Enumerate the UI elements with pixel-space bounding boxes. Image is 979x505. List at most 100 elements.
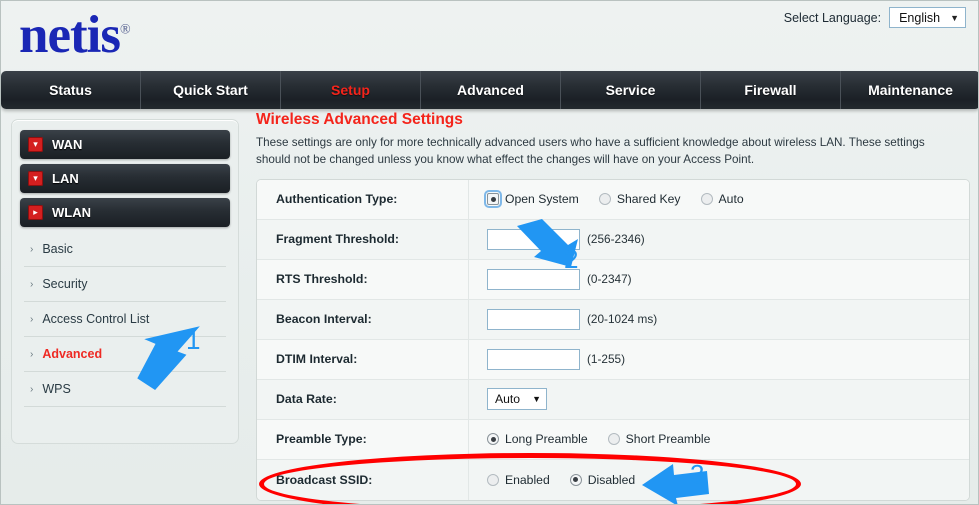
chevron-down-icon: ▾ (28, 137, 43, 152)
radio-label: Short Preamble (625, 432, 711, 447)
sidebar-item-label: Basic (42, 242, 73, 256)
nav-item-quick-start[interactable]: Quick Start (141, 71, 281, 109)
page-title: Wireless Advanced Settings (256, 111, 463, 128)
router-admin-page: netis® Select Language: English ▼ Status… (0, 0, 979, 505)
sidebar-item-security[interactable]: › Security (24, 267, 226, 302)
annotation-number-3: 3 (690, 459, 705, 489)
language-select[interactable]: English ▼ (889, 7, 966, 28)
form-row-preamble-type: Preamble Type: Long Preamble Short Pream… (257, 419, 969, 460)
bullet-icon: › (30, 348, 34, 360)
field-hint: (1-255) (587, 352, 626, 367)
field-control: Long Preamble Short Preamble (469, 432, 969, 446)
radio-label: Long Preamble (505, 432, 588, 447)
sidebar-group-label: WLAN (52, 205, 91, 220)
radio-label: Open System (505, 192, 579, 207)
field-control: Open System Shared Key Auto (469, 190, 969, 209)
field-label: RTS Threshold: (257, 259, 469, 299)
form-row-fragment-threshold: Fragment Threshold: (256-2346) (257, 219, 969, 260)
language-selector-group: Select Language: English ▼ (784, 7, 966, 28)
page-description: These settings are only for more technic… (256, 136, 925, 166)
bullet-icon: › (30, 383, 34, 395)
authentication-type-shared-key-radio[interactable] (598, 193, 611, 206)
field-control: (256-2346) (469, 228, 969, 250)
field-label: DTIM Interval: (257, 339, 469, 379)
radio-label: Shared Key (616, 192, 681, 207)
nav-item-maintenance[interactable]: Maintenance (841, 71, 978, 109)
main-navigation: Status Quick Start Setup Advanced Servic… (1, 71, 978, 109)
chevron-down-icon: ▾ (28, 171, 43, 186)
preamble-type-short-radio[interactable] (607, 433, 620, 446)
bullet-icon: › (30, 278, 34, 290)
radio-label: Disabled (587, 472, 636, 487)
field-label: Preamble Type: (257, 419, 469, 459)
select-language-label: Select Language: (783, 10, 882, 25)
sidebar-item-basic[interactable]: › Basic (24, 232, 226, 267)
sidebar-group-label: WAN (52, 137, 83, 152)
chevron-down-icon: ▼ (950, 12, 959, 23)
field-control: Auto ▼ (469, 388, 969, 411)
form-row-data-rate: Data Rate: Auto ▼ (257, 379, 969, 420)
nav-item-firewall[interactable]: Firewall (701, 71, 841, 109)
bullet-icon: › (30, 313, 34, 325)
broadcast-ssid-disabled-radio[interactable] (569, 473, 582, 486)
preamble-type-short-option[interactable]: Short Preamble (607, 432, 711, 447)
broadcast-ssid-enabled-radio[interactable] (487, 473, 499, 486)
sidebar-item-label: WPS (42, 382, 71, 396)
sidebar: ▾ WAN ▾ LAN ▸ WLAN › Basic › Security › (11, 119, 239, 444)
sidebar-group-wan[interactable]: ▾ WAN (20, 130, 230, 159)
radio-label: Enabled (505, 472, 550, 487)
field-label: Fragment Threshold: (257, 219, 469, 259)
field-label: Beacon Interval: (257, 299, 469, 339)
broadcast-ssid-disabled-option[interactable]: Disabled (569, 472, 636, 487)
authentication-type-auto-option[interactable]: Auto (700, 192, 744, 207)
page-header: netis® Select Language: English ▼ Status… (1, 1, 978, 109)
language-select-value: English (899, 10, 941, 25)
form-row-rts-threshold: RTS Threshold: (0-2347) (257, 259, 969, 300)
sidebar-item-wps[interactable]: › WPS (24, 372, 226, 407)
nav-item-setup[interactable]: Setup (281, 71, 421, 109)
field-control: (20-1024 ms) (469, 308, 969, 330)
preamble-type-long-radio[interactable] (487, 433, 499, 446)
nav-item-service[interactable]: Service (561, 71, 701, 109)
sidebar-group-lan[interactable]: ▾ LAN (20, 164, 230, 193)
content-area: ▾ WAN ▾ LAN ▸ WLAN › Basic › Security › (1, 111, 978, 504)
field-hint: (0-2347) (587, 272, 632, 287)
authentication-type-shared-key-option[interactable]: Shared Key (598, 192, 681, 207)
radio-label: Auto (718, 192, 744, 207)
field-label: Data Rate: (257, 379, 469, 419)
chevron-down-icon: ▼ (532, 394, 541, 405)
chevron-right-icon: ▸ (28, 205, 43, 220)
nav-item-status[interactable]: Status (1, 71, 141, 109)
netis-logo[interactable]: netis® (19, 6, 131, 64)
annotation-number-2: 2 (564, 244, 579, 274)
form-row-authentication-type: Authentication Type: Open System Shared … (257, 179, 969, 220)
data-rate-select[interactable]: Auto ▼ (487, 388, 547, 411)
data-rate-select-value: Auto (495, 392, 521, 407)
nav-item-advanced[interactable]: Advanced (421, 71, 561, 109)
bullet-icon: › (30, 243, 34, 255)
sidebar-item-label: Security (42, 277, 88, 291)
broadcast-ssid-enabled-option[interactable]: Enabled (487, 473, 550, 487)
logo-text: netis (19, 6, 121, 64)
field-hint: (256-2346) (587, 232, 645, 247)
sidebar-item-label: Access Control List (42, 312, 150, 326)
form-row-dtim-interval: DTIM Interval: (1-255) (257, 339, 969, 380)
annotation-number-1: 1 (186, 325, 201, 355)
sidebar-item-label: Advanced (42, 347, 103, 361)
authentication-type-auto-radio[interactable] (700, 193, 713, 206)
form-row-broadcast-ssid: Broadcast SSID: Enabled Disabled (257, 459, 969, 500)
field-label: Broadcast SSID: (257, 459, 469, 500)
field-label: Authentication Type: (257, 179, 469, 219)
wireless-advanced-form: Authentication Type: Open System Shared … (256, 178, 970, 501)
registered-mark: ® (120, 22, 131, 38)
dtim-interval-input[interactable] (487, 348, 580, 370)
beacon-interval-input[interactable] (487, 308, 580, 330)
field-hint: (20-1024 ms) (587, 312, 658, 327)
preamble-type-long-option[interactable]: Long Preamble (487, 432, 588, 446)
form-row-beacon-interval: Beacon Interval: (20-1024 ms) (257, 299, 969, 340)
authentication-type-open-system-radio[interactable] (484, 190, 502, 209)
field-control: (1-255) (469, 348, 969, 370)
main-panel: Wireless Advanced Settings These setting… (256, 111, 970, 501)
sidebar-group-wlan[interactable]: ▸ WLAN (20, 198, 230, 227)
authentication-type-open-system-option[interactable]: Open System (484, 190, 579, 209)
